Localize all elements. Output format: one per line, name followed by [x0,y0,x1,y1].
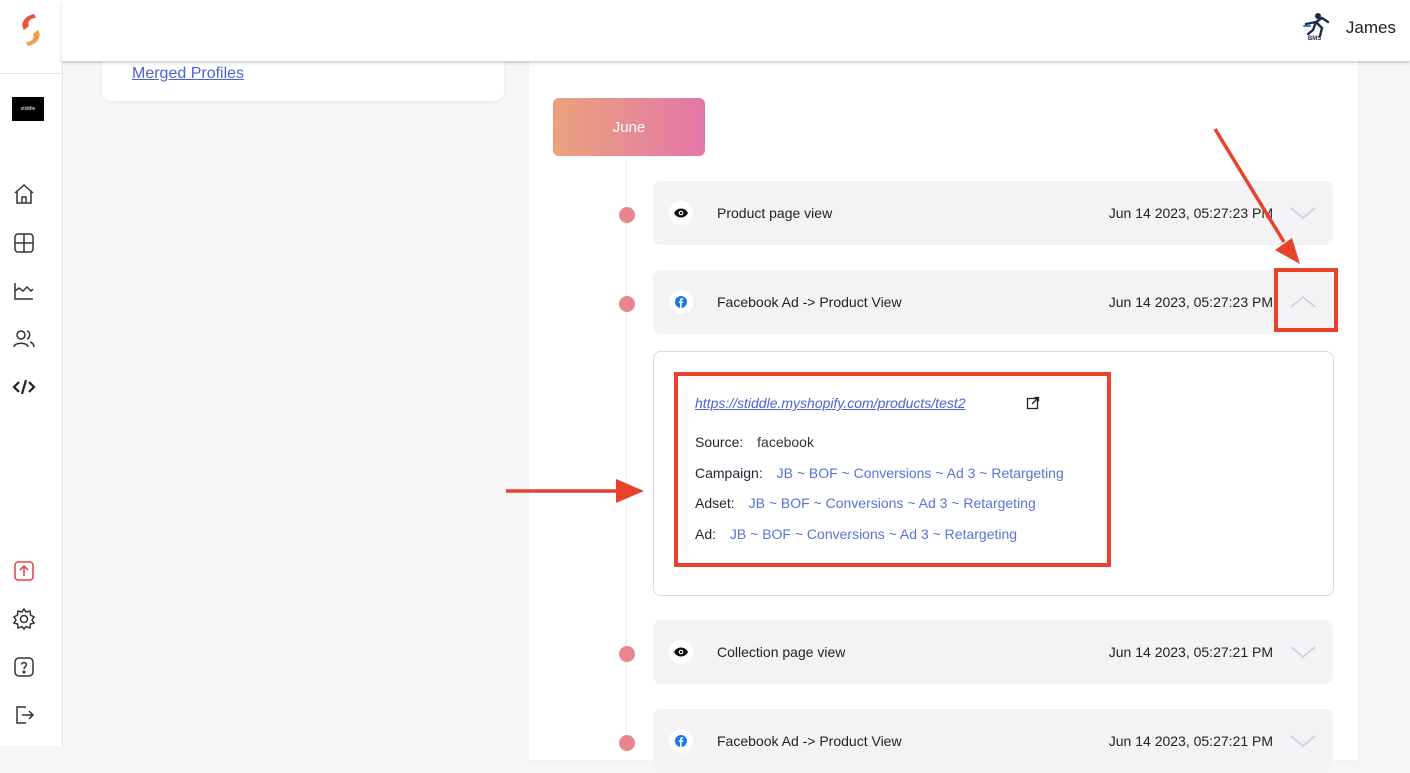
users-icon[interactable] [10,325,38,353]
ad-label: Ad: [695,526,717,542]
help-icon[interactable] [10,653,38,681]
timeline-dot [619,646,635,662]
chevron-down-icon[interactable] [1289,203,1317,223]
chevron-down-icon[interactable] [1289,642,1317,662]
user-menu[interactable]: BMS James [1300,12,1396,44]
timeline-dot [619,207,635,223]
eye-icon [669,640,693,664]
chevron-up-icon[interactable] [1289,292,1317,312]
month-badge: June [553,98,705,156]
user-name[interactable]: James [1346,18,1396,38]
home-icon[interactable] [10,180,38,208]
external-link-icon[interactable] [1026,396,1040,410]
adset-value: JB ~ BOF ~ Conversions ~ Ad 3 ~ Retarget… [748,495,1036,511]
settings-icon[interactable] [10,605,38,633]
upload-icon[interactable] [10,557,38,585]
logout-icon[interactable] [10,701,38,729]
app-logo[interactable] [12,10,48,50]
event-row[interactable]: Facebook Ad -> Product View Jun 14 2023,… [653,270,1333,334]
code-icon[interactable] [10,373,38,401]
source-label: Source: [695,434,744,450]
event-label: Product page view [717,205,833,221]
dashboard-icon[interactable] [10,229,38,257]
event-label: Facebook Ad -> Product View [717,733,902,749]
store-brand-logo[interactable]: ʕ stiddle [12,97,647,121]
event-row[interactable]: Facebook Ad -> Product View Jun 14 2023,… [653,709,1333,773]
timeline-dot [619,296,635,312]
event-time: Jun 14 2023, 05:27:21 PM [1108,644,1273,660]
event-row[interactable]: Product page view Jun 14 2023, 05:27:23 … [653,181,1333,245]
event-time: Jun 14 2023, 05:27:23 PM [1108,205,1273,221]
facebook-icon [669,729,693,753]
bms-logo: BMS [1300,12,1334,44]
facebook-icon [669,290,693,314]
event-label: Facebook Ad -> Product View [717,294,902,310]
event-time: Jun 14 2023, 05:27:23 PM [1108,294,1273,310]
campaign-value: JB ~ BOF ~ Conversions ~ Ad 3 ~ Retarget… [776,465,1064,481]
ad-line: Ad: JB ~ BOF ~ Conversions ~ Ad 3 ~ Reta… [695,526,1017,542]
ad-value: JB ~ BOF ~ Conversions ~ Ad 3 ~ Retarget… [729,526,1018,542]
campaign-line: Campaign: JB ~ BOF ~ Conversions ~ Ad 3 … [695,465,1064,481]
store-brand-text: stiddle [20,106,36,112]
chevron-down-icon[interactable] [1289,731,1317,751]
sidebar: ʕ stiddle [0,0,647,746]
timeline-dot [619,735,635,751]
sidebar-divider [0,73,62,74]
merged-profiles-link[interactable]: Merged Profiles [132,65,244,83]
campaign-label: Campaign: [695,465,763,481]
event-row[interactable]: Collection page view Jun 14 2023, 05:27:… [653,620,1333,684]
analytics-icon[interactable] [10,277,38,305]
product-url-link[interactable]: https://stiddle.myshopify.com/products/t… [695,395,966,411]
adset-label: Adset: [695,495,735,511]
adset-line: Adset: JB ~ BOF ~ Conversions ~ Ad 3 ~ R… [695,495,1036,511]
source-line: Source: facebook [695,434,814,450]
event-detail-card: https://stiddle.myshopify.com/products/t… [653,351,1334,596]
event-label: Collection page view [717,644,846,660]
eye-icon [669,201,693,225]
source-value: facebook [757,434,814,450]
event-time: Jun 14 2023, 05:27:21 PM [1108,733,1273,749]
top-bar: BMS James [62,0,1410,61]
bms-logo-text: BMS [1307,36,1322,42]
